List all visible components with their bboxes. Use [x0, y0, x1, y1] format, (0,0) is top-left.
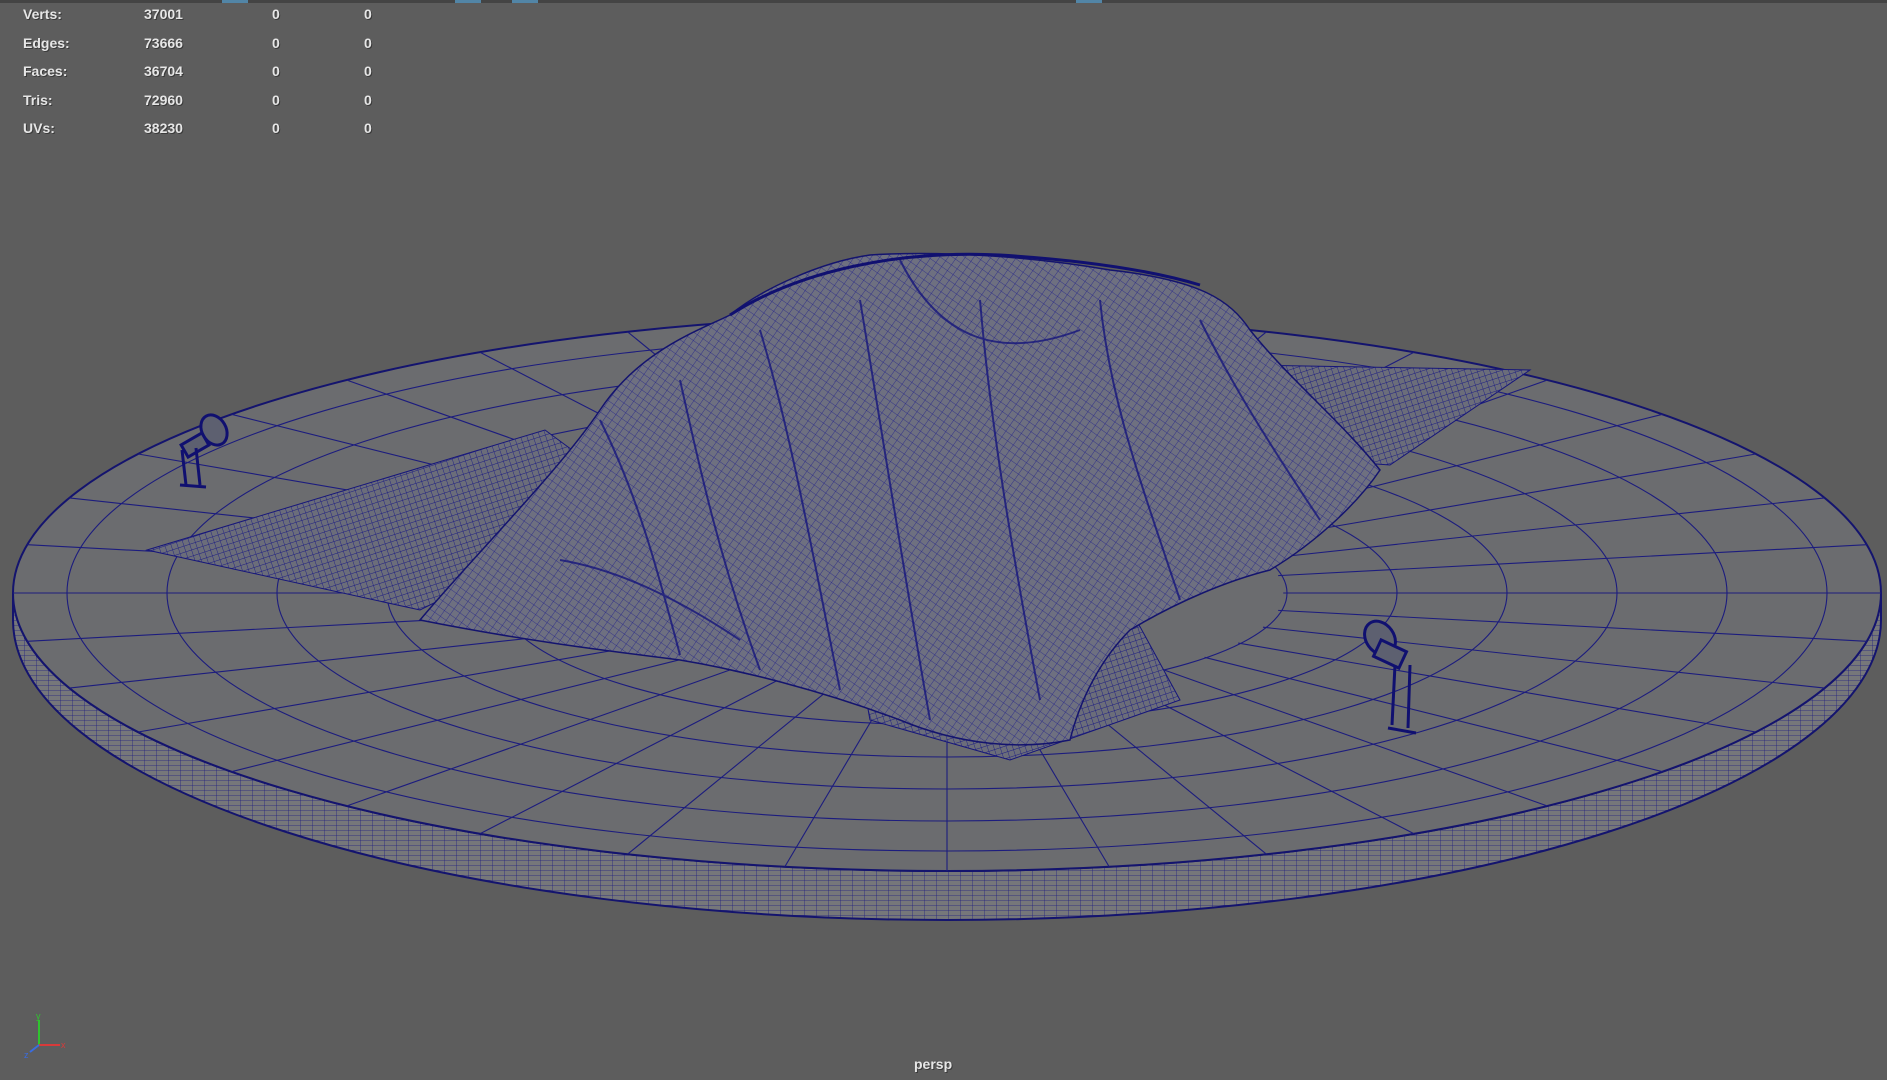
- hud-selected: 0: [272, 120, 280, 137]
- 3d-viewport[interactable]: Verts: 37001 0 0 Edges: 73666 0 0 Faces:…: [0, 0, 1887, 1080]
- hud-selected-2: 0: [364, 91, 372, 108]
- axis-x-label: x: [61, 1040, 66, 1050]
- hud-row-faces: Faces: 36704 0 0: [23, 62, 383, 91]
- hud-label: UVs:: [23, 120, 55, 137]
- hud-row-tris: Tris: 72960 0 0: [23, 91, 383, 120]
- hud-row-edges: Edges: 73666 0 0: [23, 34, 383, 63]
- axis-z-label: z: [24, 1050, 29, 1060]
- hud-count: 37001: [144, 6, 183, 22]
- hud-selected-2: 0: [364, 63, 372, 80]
- axis-gizmo-icon: y x z: [24, 1011, 66, 1060]
- scene-render[interactable]: [0, 0, 1887, 1080]
- poly-count-hud: Verts: 37001 0 0 Edges: 73666 0 0 Faces:…: [23, 5, 383, 148]
- hud-selected-2: 0: [364, 6, 372, 22]
- hud-selected: 0: [272, 6, 280, 22]
- hud-label: Verts:: [23, 6, 62, 22]
- hud-count: 36704: [144, 63, 183, 80]
- hud-label: Edges:: [23, 34, 70, 51]
- axis-y-label: y: [36, 1011, 41, 1021]
- hud-label: Tris:: [23, 91, 53, 108]
- hud-count: 38230: [144, 120, 183, 137]
- hud-count: 72960: [144, 91, 183, 108]
- hud-selected: 0: [272, 34, 280, 51]
- hud-selected-2: 0: [364, 120, 372, 137]
- hud-selected: 0: [272, 63, 280, 80]
- hud-selected: 0: [272, 91, 280, 108]
- camera-name-label: persp: [914, 1056, 953, 1072]
- hud-row-verts: Verts: 37001 0 0: [23, 5, 383, 34]
- hud-row-uvs: UVs: 38230 0 0: [23, 119, 383, 148]
- hud-count: 73666: [144, 34, 183, 51]
- hud-selected-2: 0: [364, 34, 372, 51]
- hud-label: Faces:: [23, 63, 68, 80]
